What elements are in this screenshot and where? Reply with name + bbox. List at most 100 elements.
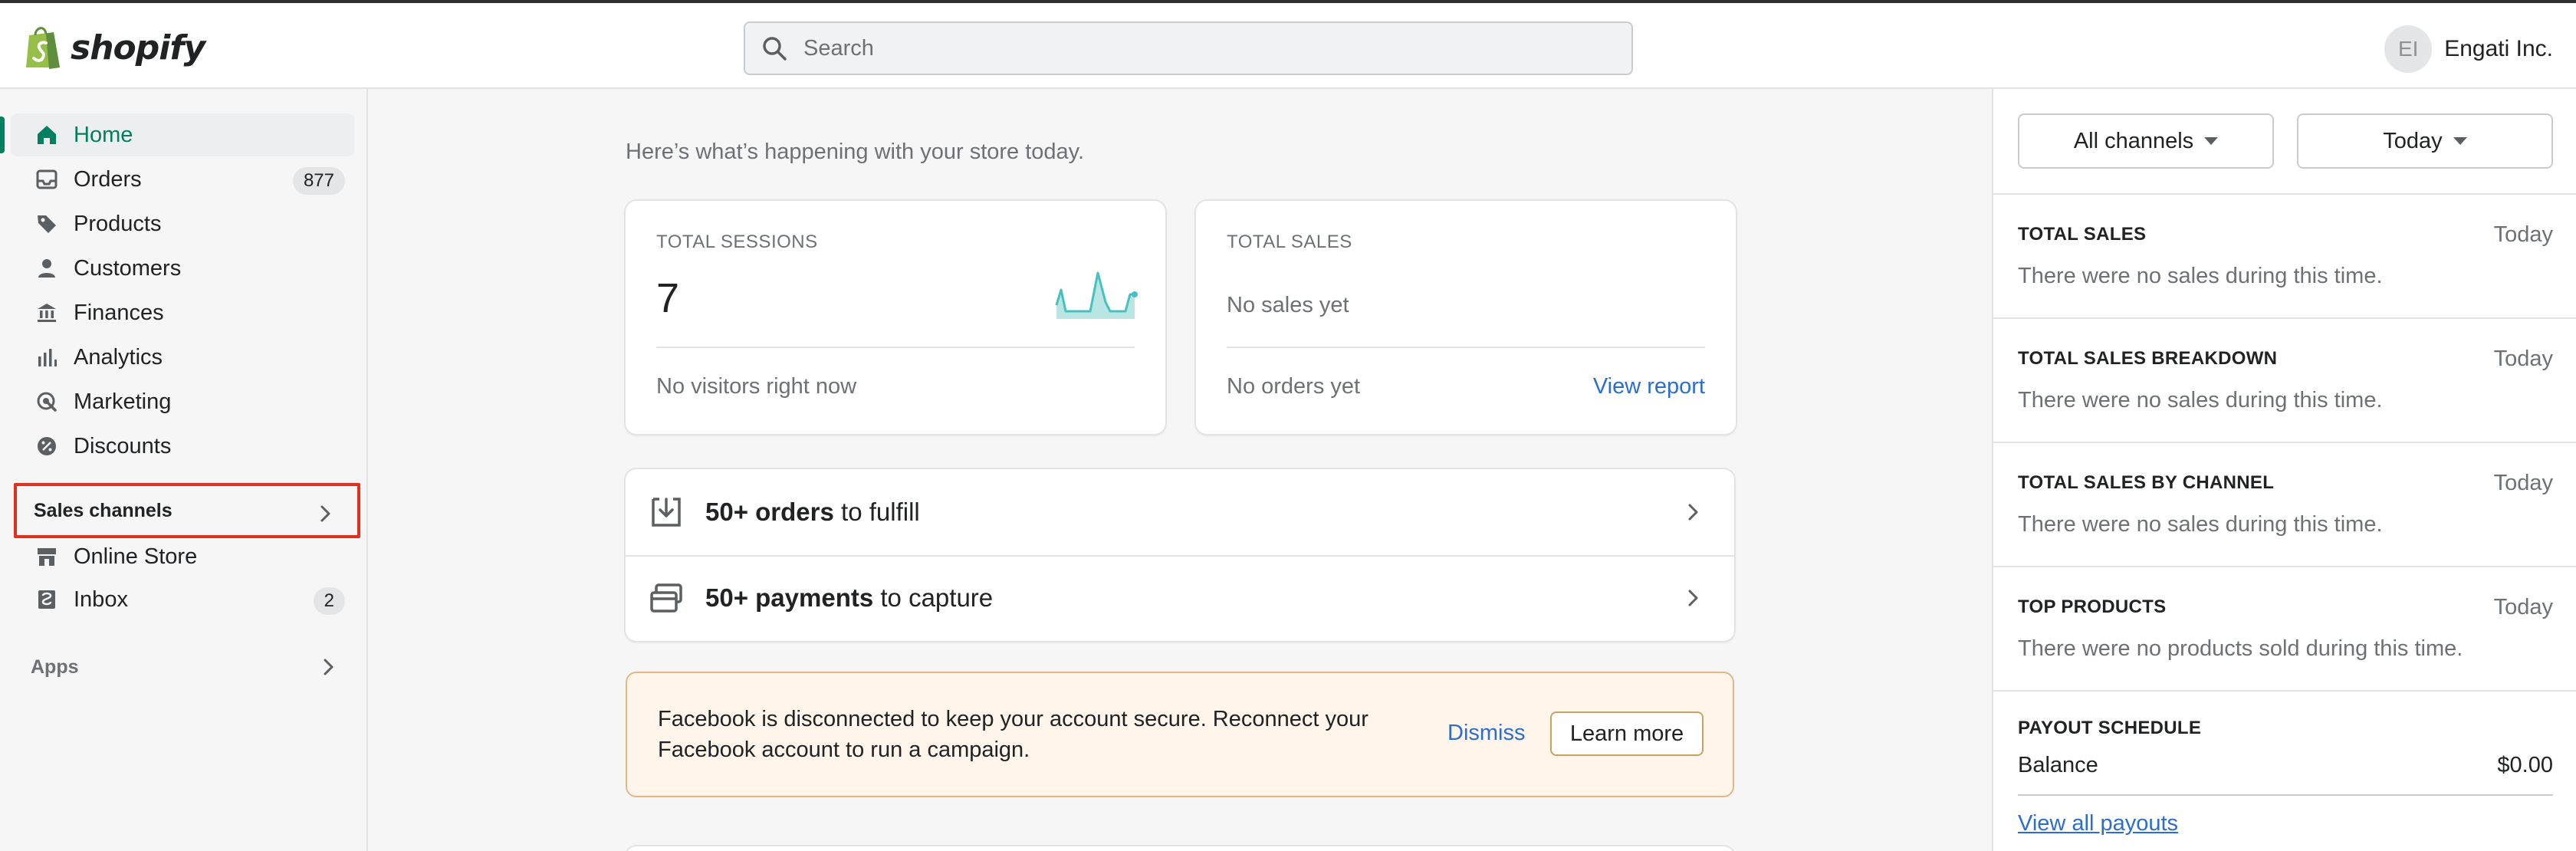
sidebar-item-label: Inbox <box>74 586 128 612</box>
bar-chart-icon <box>34 344 60 370</box>
logo-text: shopify <box>71 28 205 67</box>
caret-down-icon <box>2204 137 2219 145</box>
right-panel: All channels Today TOTAL SALES Today The… <box>1992 89 2576 851</box>
fulfill-orders-text: 50+ orders to fulfill <box>705 498 920 527</box>
sidebar-item-analytics[interactable]: Analytics <box>11 336 354 379</box>
section-title: TOTAL SALES <box>2018 224 2147 245</box>
sidebar-item-finances[interactable]: Finances <box>11 291 354 334</box>
sidebar-item-label: Customers <box>74 255 182 281</box>
sidebar-item-label: Home <box>74 122 133 147</box>
person-icon <box>34 255 60 281</box>
total-sales-by-channel-section: TOTAL SALES BY CHANNEL Today There were … <box>1993 442 2576 566</box>
sidebar-item-customers[interactable]: Customers <box>11 247 354 290</box>
apps-label: Apps <box>31 656 79 678</box>
view-report-link[interactable]: View report <box>1593 374 1705 399</box>
chevron-right-icon <box>1688 504 1698 521</box>
divider <box>2018 794 2553 796</box>
fulfill-orders-row[interactable]: 50+ orders to fulfill <box>626 469 1734 555</box>
sessions-sparkline <box>1055 271 1138 319</box>
task-rest: to fulfill <box>833 498 920 526</box>
inbox-count-badge: 2 <box>313 587 345 615</box>
orders-count-badge: 877 <box>292 167 345 195</box>
divider <box>656 347 1135 348</box>
channels-select-value: All channels <box>2073 128 2194 153</box>
capture-payments-text: 50+ payments to capture <box>705 583 993 613</box>
payout-schedule-section: PAYOUT SCHEDULE Balance $0.00 View all p… <box>1993 690 2576 851</box>
sidebar-item-label: Analytics <box>74 344 163 370</box>
view-all-payouts-link[interactable]: View all payouts <box>2018 811 2178 836</box>
inbox-icon <box>34 586 60 613</box>
task-rest: to capture <box>873 583 994 612</box>
section-range: Today <box>2493 471 2553 495</box>
fulfill-icon <box>652 498 681 527</box>
search-icon <box>763 37 787 61</box>
shopify-logo[interactable]: shopify <box>23 23 205 72</box>
avatar[interactable]: EI <box>2384 25 2433 73</box>
total-sales-breakdown-section: TOTAL SALES BREAKDOWN Today There were n… <box>1993 317 2576 442</box>
dismiss-button[interactable]: Dismiss <box>1447 721 1526 746</box>
sidebar-item-discounts[interactable]: Discounts <box>11 425 354 468</box>
sidebar-item-marketing[interactable]: Marketing <box>11 380 354 423</box>
section-message: There were no sales during this time. <box>2018 388 2383 412</box>
chevron-right-icon <box>320 505 330 522</box>
section-range: Today <box>2493 347 2553 371</box>
sidebar-item-products[interactable]: Products <box>11 202 354 245</box>
section-title: PAYOUT SCHEDULE <box>2018 718 2202 738</box>
chevron-right-icon <box>1688 590 1698 606</box>
greeting-text: Here’s what’s happening with your store … <box>626 140 1085 164</box>
marketing-icon <box>34 389 60 415</box>
discount-icon <box>34 433 60 459</box>
total-sales-section: TOTAL SALES Today There were no sales du… <box>1993 193 2576 317</box>
total-sales-card: TOTAL SALES No sales yet No orders yet V… <box>1196 201 1736 434</box>
sales-channels-header[interactable]: Sales channels <box>14 483 360 538</box>
store-icon <box>34 544 60 570</box>
sessions-value: 7 <box>656 275 680 321</box>
card-label: TOTAL SESSIONS <box>656 232 818 252</box>
date-range-select[interactable]: Today <box>2297 113 2553 169</box>
task-bold: 50+ payments <box>705 583 874 612</box>
sidebar-item-label: Products <box>74 211 162 236</box>
task-bold: 50+ orders <box>705 498 834 526</box>
sidebar-item-orders[interactable]: Orders 877 <box>11 158 354 201</box>
sales-channels-label: Sales channels <box>34 499 172 521</box>
sidebar-item-label: Marketing <box>74 389 172 414</box>
banner-message: Facebook is disconnected to keep your ac… <box>658 707 1368 762</box>
card-label: TOTAL SALES <box>1227 232 1352 252</box>
apps-header[interactable]: Apps <box>14 639 360 695</box>
payment-card-icon <box>650 583 682 613</box>
top-bar: shopify EI Engati Inc. <box>0 0 2576 89</box>
section-title: TOTAL SALES BY CHANNEL <box>2018 472 2275 493</box>
learn-more-button[interactable]: Learn more <box>1550 711 1704 756</box>
store-name[interactable]: Engati Inc. <box>2444 36 2553 62</box>
search-bar[interactable] <box>744 21 1633 75</box>
sidebar-item-label: Discounts <box>74 433 172 458</box>
caret-down-icon <box>2453 137 2467 145</box>
bank-icon <box>34 300 60 326</box>
orders-icon <box>34 166 60 192</box>
tasks-card: 50+ orders to fulfill 50+ payments to ca… <box>626 469 1734 641</box>
sidebar-item-home[interactable]: Home <box>0 113 354 156</box>
section-message: There were no sales during this time. <box>2018 512 2383 537</box>
tag-icon <box>34 211 60 237</box>
section-message: There were no products sold during this … <box>2018 636 2463 661</box>
balance-value: $0.00 <box>2497 753 2553 777</box>
sidebar: Home Orders 877 Products Customers Finan… <box>0 89 368 851</box>
capture-payments-row[interactable]: 50+ payments to capture <box>626 555 1734 641</box>
section-range: Today <box>2493 222 2553 247</box>
sessions-footer: No visitors right now <box>656 374 857 399</box>
sidebar-item-label: Online Store <box>74 544 198 569</box>
section-range: Today <box>2493 595 2553 619</box>
search-input[interactable] <box>803 35 1570 61</box>
section-title: TOTAL SALES BREAKDOWN <box>2018 348 2278 369</box>
user-menu[interactable]: EI Engati Inc. <box>2384 25 2553 74</box>
sidebar-item-inbox[interactable]: Inbox 2 <box>11 578 354 621</box>
section-title: TOP PRODUCTS <box>2018 596 2167 617</box>
next-card-edge <box>626 846 1734 851</box>
section-message: There were no sales during this time. <box>2018 264 2383 288</box>
total-sessions-card: TOTAL SESSIONS 7 No visitors right now <box>626 201 1165 434</box>
shopify-bag-icon <box>26 27 60 69</box>
divider <box>1227 347 1705 348</box>
sidebar-item-online-store[interactable]: Online Store <box>11 535 354 578</box>
channels-select[interactable]: All channels <box>2018 113 2274 169</box>
sidebar-item-label: Finances <box>74 300 164 325</box>
